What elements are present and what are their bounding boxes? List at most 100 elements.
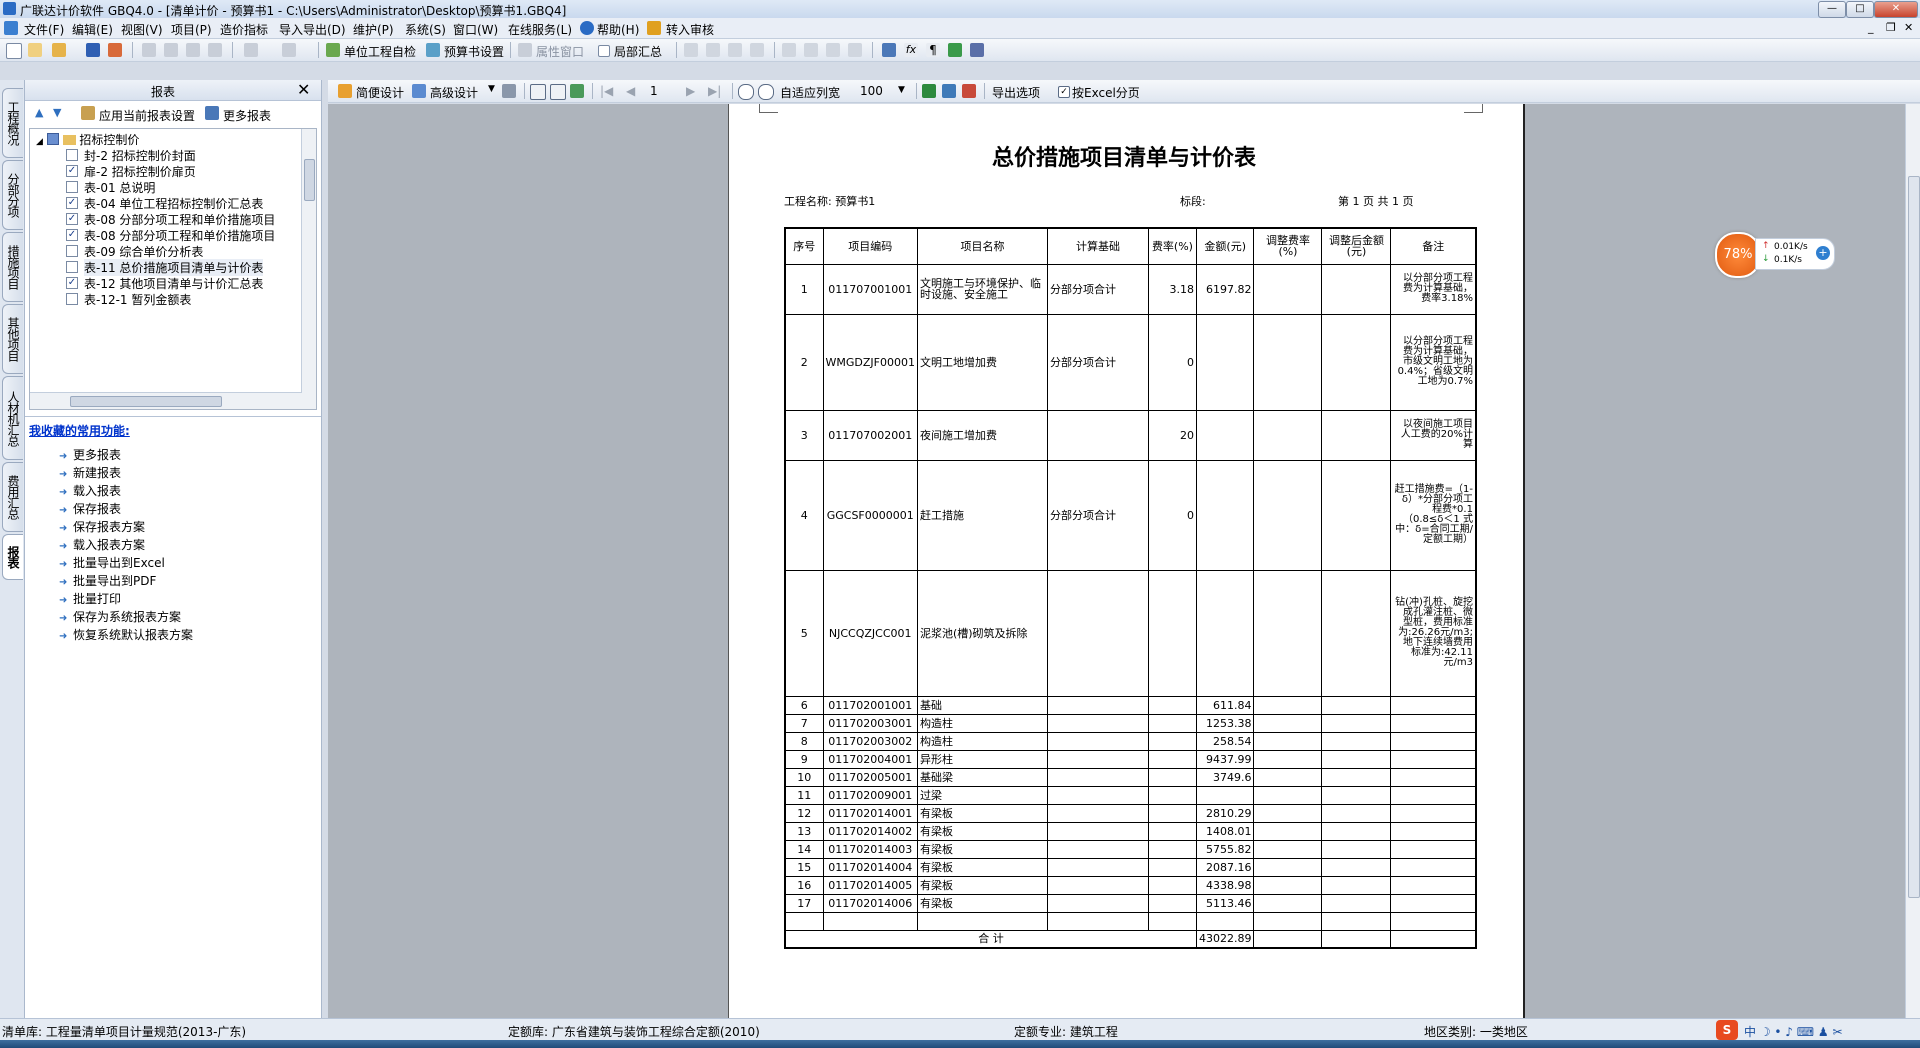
move-up-arrow-icon[interactable]: ▲ bbox=[35, 106, 43, 119]
accelerate-icon[interactable]: + bbox=[1816, 246, 1830, 260]
grid-icon[interactable] bbox=[970, 43, 984, 57]
local-summary-checkbox[interactable] bbox=[598, 45, 610, 57]
excel-paging-checkbox[interactable]: ✓ bbox=[1058, 86, 1070, 98]
root-checkbox[interactable] bbox=[46, 133, 59, 145]
mdi-minimize[interactable]: _ bbox=[1868, 21, 1874, 34]
menu-help[interactable]: 帮助(H) bbox=[597, 21, 639, 38]
menu-view[interactable]: 视图(V) bbox=[121, 21, 163, 38]
redo-icon[interactable] bbox=[282, 43, 296, 57]
pdf-export-icon[interactable] bbox=[962, 84, 976, 98]
page-setup-icon[interactable] bbox=[550, 84, 566, 100]
checkbox-checked[interactable]: ✓ bbox=[66, 197, 78, 209]
move-up-icon[interactable] bbox=[826, 43, 840, 57]
ime-mode-icon[interactable]: 中 ☽ • ♪ ⌨ ♟ ✂ bbox=[1744, 1023, 1843, 1040]
checkbox-checked[interactable]: ✓ bbox=[66, 277, 78, 289]
refresh-icon[interactable] bbox=[570, 84, 584, 98]
apply-settings-button[interactable]: 应用当前报表设置 bbox=[99, 107, 195, 124]
menu-window[interactable]: 窗口(W) bbox=[453, 21, 498, 38]
menu-online[interactable]: 在线服务(L) bbox=[508, 21, 572, 38]
favorite-item[interactable]: ➜ 批量打印 bbox=[59, 590, 121, 607]
checkbox-unchecked[interactable] bbox=[66, 245, 78, 257]
more-reports-button[interactable]: 更多报表 bbox=[223, 107, 271, 124]
calculator-icon[interactable] bbox=[882, 43, 896, 57]
delete-icon[interactable] bbox=[208, 43, 222, 57]
mdi-close[interactable]: ✕ bbox=[1904, 21, 1913, 34]
word-export-icon[interactable] bbox=[942, 84, 956, 98]
undo-icon[interactable] bbox=[244, 43, 258, 57]
menu-file[interactable]: 文件(F) bbox=[24, 21, 64, 38]
minimize-button[interactable]: — bbox=[1818, 1, 1846, 18]
first-page-icon[interactable]: |◀ bbox=[600, 84, 613, 98]
tab-project-overview[interactable]: 工程概况 bbox=[2, 88, 23, 158]
checkbox-checked[interactable]: ✓ bbox=[66, 229, 78, 241]
zoom-select[interactable]: 100 bbox=[860, 84, 883, 98]
checkbox-checked[interactable]: ✓ bbox=[66, 165, 78, 177]
favorite-item[interactable]: ➜ 批量导出到PDF bbox=[59, 572, 156, 589]
simple-design-button[interactable]: 简便设计 bbox=[356, 84, 404, 101]
move-right-icon[interactable] bbox=[804, 43, 818, 57]
paste-icon[interactable] bbox=[186, 43, 200, 57]
fit-width-button[interactable]: 自适应列宽 bbox=[780, 84, 840, 101]
tree-v-scrollbar[interactable] bbox=[301, 129, 316, 393]
checkbox-unchecked[interactable] bbox=[66, 293, 78, 305]
first-icon[interactable] bbox=[684, 43, 698, 57]
ime-icon[interactable]: S bbox=[1716, 1020, 1738, 1040]
move-down-arrow-icon[interactable]: ▼ bbox=[53, 106, 61, 119]
advanced-design-button[interactable]: 高级设计 bbox=[430, 84, 478, 101]
print-icon[interactable] bbox=[502, 84, 516, 98]
prev-page-icon[interactable]: ◀ bbox=[626, 84, 635, 98]
export-icon[interactable] bbox=[108, 43, 122, 57]
panel-close-icon[interactable]: ✕ bbox=[297, 80, 310, 99]
tree-h-scrollbar[interactable] bbox=[30, 392, 316, 409]
zoom-out-icon[interactable] bbox=[758, 84, 774, 100]
next-page-icon[interactable]: ▶ bbox=[686, 84, 695, 98]
advanced-design-dropdown-icon[interactable]: ▼ bbox=[488, 84, 495, 94]
menu-maintain[interactable]: 维护(P) bbox=[353, 21, 394, 38]
move-left-icon[interactable] bbox=[782, 43, 796, 57]
tree-root[interactable]: ◢ 招标控制价 bbox=[36, 131, 139, 147]
tab-cost-summary[interactable]: 费用汇总 bbox=[2, 462, 23, 532]
menu-project[interactable]: 项目(P) bbox=[171, 21, 212, 38]
checkbox-unchecked[interactable] bbox=[66, 261, 78, 273]
formula-icon[interactable]: fx bbox=[904, 43, 918, 57]
zoom-dropdown-icon[interactable]: ▼ bbox=[898, 85, 905, 95]
favorite-item[interactable]: ➜ 新建报表 bbox=[59, 464, 121, 481]
save-icon[interactable] bbox=[86, 43, 100, 57]
move-down-icon[interactable] bbox=[848, 43, 862, 57]
mdi-restore[interactable]: ❐ bbox=[1886, 21, 1896, 34]
document-v-scrollbar[interactable] bbox=[1905, 104, 1920, 1018]
tab-reports[interactable]: 报表 bbox=[2, 534, 23, 580]
budget-settings-button[interactable]: 预算书设置 bbox=[444, 43, 504, 60]
favorite-item[interactable]: ➜ 保存报表 bbox=[59, 500, 121, 517]
properties-button[interactable]: 属性窗口 bbox=[536, 43, 584, 60]
prev-icon[interactable] bbox=[706, 43, 720, 57]
menu-edit[interactable]: 编辑(E) bbox=[72, 21, 113, 38]
zoom-in-icon[interactable] bbox=[738, 84, 754, 100]
favorite-item[interactable]: ➜ 恢复系统默认报表方案 bbox=[59, 626, 193, 643]
self-check-button[interactable]: 单位工程自检 bbox=[344, 43, 416, 60]
close-button[interactable]: ✕ bbox=[1874, 1, 1918, 18]
tab-resource-summary[interactable]: 人材机汇总 bbox=[2, 376, 23, 460]
checkbox-unchecked[interactable] bbox=[66, 149, 78, 161]
tab-other-items[interactable]: 其他项目 bbox=[2, 304, 23, 374]
maximize-button[interactable]: □ bbox=[1846, 1, 1874, 18]
page-layout-icon[interactable] bbox=[530, 84, 546, 100]
favorite-item[interactable]: ➜ 保存报表方案 bbox=[59, 518, 145, 535]
menu-review[interactable]: 转入审核 bbox=[666, 21, 714, 38]
cut-icon[interactable] bbox=[142, 43, 156, 57]
paragraph-icon[interactable]: ¶ bbox=[926, 43, 940, 57]
next-icon[interactable] bbox=[728, 43, 742, 57]
page-number-input[interactable]: 1 bbox=[650, 84, 658, 98]
open-folder-icon[interactable] bbox=[52, 43, 66, 57]
favorite-item[interactable]: ➜ 保存为系统报表方案 bbox=[59, 608, 181, 625]
favorite-item[interactable]: ➜ 载入报表 bbox=[59, 482, 121, 499]
tab-divisions[interactable]: 分部分项 bbox=[2, 160, 23, 230]
new-file-icon[interactable] bbox=[6, 43, 22, 59]
last-icon[interactable] bbox=[750, 43, 764, 57]
menu-import-export[interactable]: 导入导出(D) bbox=[279, 21, 346, 38]
copy-icon[interactable] bbox=[164, 43, 178, 57]
favorite-item[interactable]: ➜ 批量导出到Excel bbox=[59, 554, 165, 571]
green-book-icon[interactable] bbox=[948, 43, 962, 57]
excel-export-icon[interactable] bbox=[922, 84, 936, 98]
checkbox-unchecked[interactable] bbox=[66, 181, 78, 193]
